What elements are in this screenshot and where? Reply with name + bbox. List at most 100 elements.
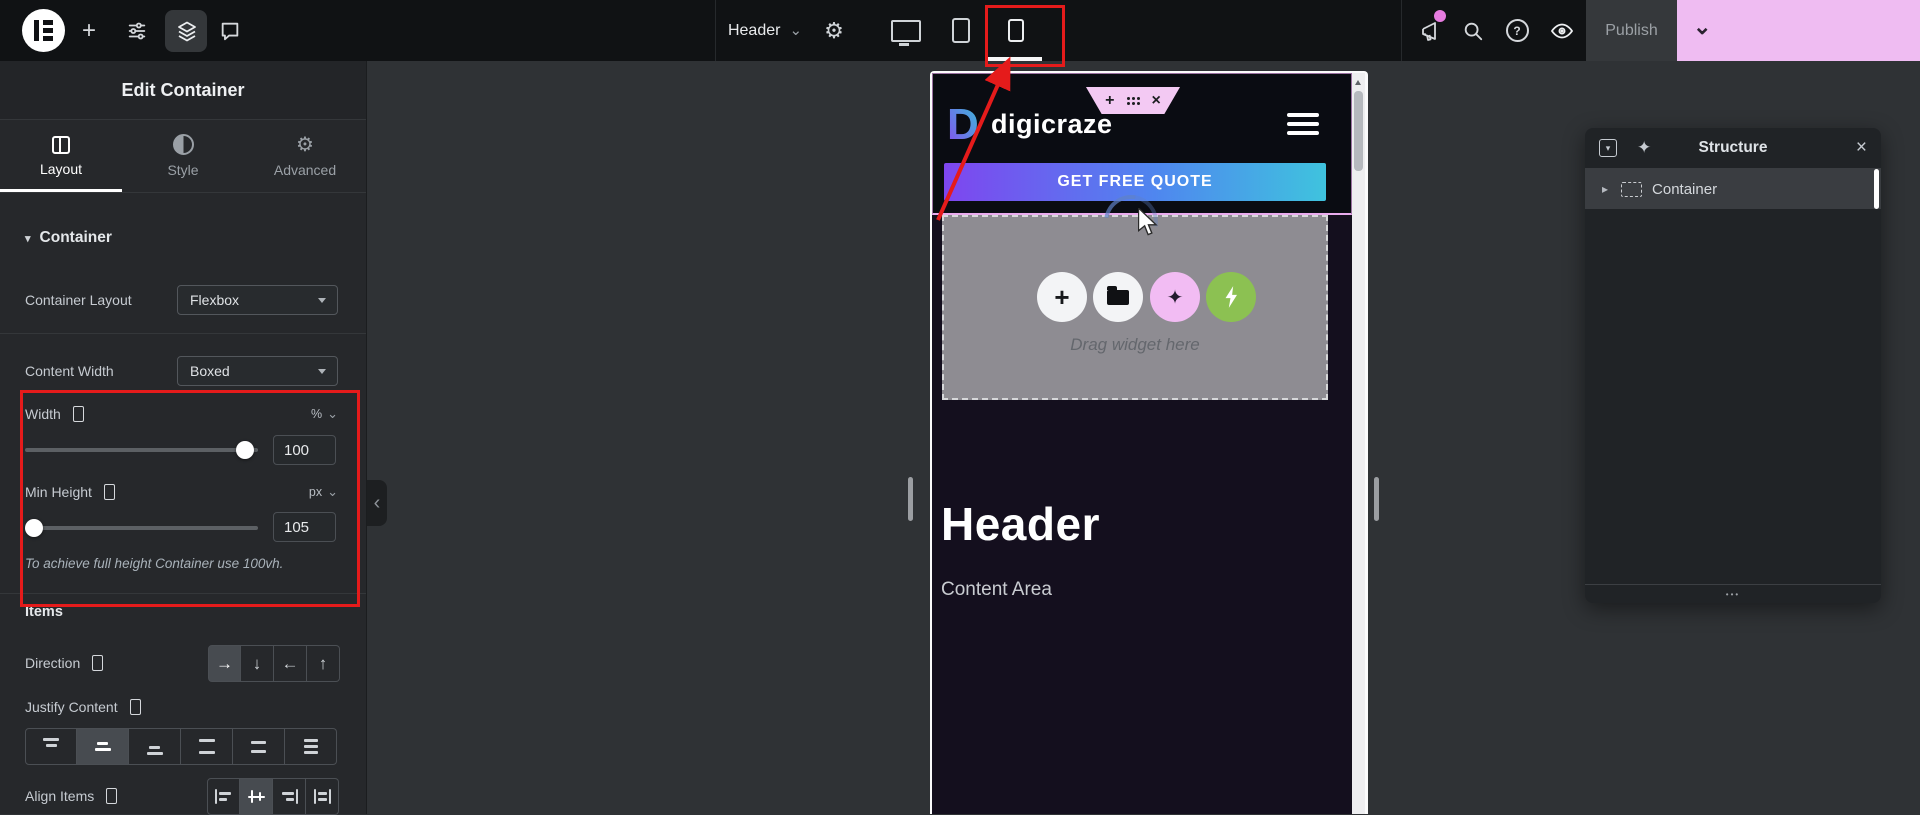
unit-caret-icon: ⌄ (327, 406, 338, 422)
align-end-button[interactable] (273, 778, 306, 815)
content-width-select[interactable]: Boxed (177, 356, 338, 386)
width-slider-track[interactable] (25, 448, 258, 452)
panel-title: Edit Container (0, 61, 366, 120)
publish-button[interactable]: Publish (1586, 0, 1677, 61)
site-settings-button[interactable] (120, 0, 154, 61)
min-height-label: Min Height (25, 484, 115, 500)
publish-options-button[interactable]: ⌄ (1677, 0, 1920, 61)
document-label: Header (728, 22, 780, 40)
hamburger-menu-icon[interactable] (1287, 113, 1319, 135)
eye-icon (1550, 19, 1574, 43)
min-height-unit-select[interactable]: px ⌄ (309, 484, 338, 500)
add-element-button[interactable]: + (72, 0, 106, 61)
min-height-slider-track[interactable] (25, 526, 258, 530)
help-button[interactable]: ? (1500, 0, 1534, 61)
publish-label: Publish (1605, 22, 1657, 40)
divider (0, 593, 366, 594)
justify-space-evenly-button[interactable] (285, 728, 337, 765)
justify-space-between-button[interactable] (181, 728, 233, 765)
items-section-title: Items (25, 604, 63, 620)
layout-tab-icon (52, 136, 70, 154)
structure-item-container[interactable]: ▸ Container (1585, 169, 1881, 209)
width-unit-select[interactable]: % ⌄ (311, 406, 338, 422)
direction-column-button[interactable]: ↓ (241, 645, 274, 682)
ai-builder-button[interactable]: ✦ (1150, 272, 1200, 322)
justify-center-button[interactable] (77, 728, 129, 765)
min-height-slider-handle[interactable] (25, 519, 43, 537)
container-layout-select[interactable]: Flexbox (177, 285, 338, 315)
gear-icon: ⚙ (824, 18, 844, 44)
tab-advanced[interactable]: ⚙ Advanced (244, 120, 366, 192)
document-settings-button[interactable]: ⚙ (818, 0, 850, 61)
justify-content-button-group (25, 728, 337, 765)
scrollbar-thumb[interactable] (1354, 91, 1363, 171)
structure-ai-button[interactable]: ✦ (1637, 128, 1651, 168)
preview-content-area-label[interactable]: Content Area (941, 579, 1052, 601)
select-caret-icon (318, 298, 326, 303)
zap-icon (1220, 285, 1242, 309)
align-stretch-button[interactable] (306, 778, 339, 815)
finder-search-button[interactable] (1456, 0, 1490, 61)
drag-widget-hint: Drag widget here (944, 335, 1326, 355)
tab-style[interactable]: Style (122, 120, 244, 192)
align-center-button[interactable] (240, 778, 273, 815)
preview-resize-handle-right[interactable] (1374, 477, 1379, 521)
caret-right-icon: ▸ (1602, 182, 1608, 196)
preview-button[interactable] (1544, 0, 1580, 61)
preview-heading[interactable]: Header (941, 497, 1100, 551)
justify-space-around-button[interactable] (233, 728, 285, 765)
structure-more-button[interactable]: ••• (1585, 584, 1881, 603)
direction-column-reverse-button[interactable]: ↑ (307, 645, 340, 682)
drag-container-icon[interactable] (1127, 97, 1140, 105)
align-stretch-icon (314, 789, 331, 804)
megaphone-icon (1419, 19, 1443, 43)
notes-button[interactable] (213, 0, 247, 61)
section-title: Container (40, 229, 112, 247)
device-mobile-button[interactable] (1002, 0, 1030, 61)
direction-label: Direction (25, 655, 103, 671)
width-value-input[interactable] (273, 435, 336, 465)
structure-close-button[interactable]: × (1856, 128, 1867, 168)
device-tablet-button[interactable] (946, 0, 976, 61)
align-start-button[interactable] (207, 778, 240, 815)
direction-row-button[interactable]: → (208, 645, 241, 682)
container-layout-label: Container Layout (25, 292, 132, 308)
collapse-all-button[interactable]: ▾ (1599, 128, 1617, 168)
arrow-up-icon: ↑ (319, 654, 328, 674)
preview-resize-handle-left[interactable] (908, 477, 913, 521)
search-icon (1462, 20, 1484, 42)
tab-layout[interactable]: Layout (0, 120, 122, 192)
active-device-indicator (988, 57, 1042, 61)
justify-start-button[interactable] (25, 728, 77, 765)
unit-caret-icon: ⌄ (327, 484, 338, 500)
panel-collapse-button[interactable]: ‹ (367, 480, 387, 526)
responsive-mobile-icon (106, 788, 117, 804)
preview-scrollbar[interactable] (1352, 73, 1365, 814)
add-widget-button[interactable]: + (1037, 272, 1087, 322)
mobile-icon (1008, 19, 1024, 42)
delete-container-icon[interactable]: × (1152, 93, 1161, 109)
style-tab-icon (173, 134, 194, 155)
document-switcher[interactable]: Header ⌄ (725, 0, 805, 61)
justify-end-button[interactable] (129, 728, 181, 765)
min-height-value-input[interactable] (273, 512, 336, 542)
whats-new-button[interactable] (1413, 0, 1449, 61)
divider (0, 333, 366, 334)
device-desktop-button[interactable] (890, 0, 922, 61)
direction-row-reverse-button[interactable]: ← (274, 645, 307, 682)
structure-scrollbar[interactable] (1874, 169, 1879, 209)
folder-icon (1107, 290, 1129, 305)
hotspot-button[interactable] (1206, 272, 1256, 322)
section-container-toggle[interactable]: ▾ Container (25, 229, 112, 247)
elementor-logo[interactable] (22, 9, 65, 52)
caret-down-icon: ▾ (25, 232, 31, 245)
structure-tool-button[interactable] (166, 0, 208, 61)
site-logo[interactable]: D digicraze (945, 101, 1113, 147)
publish-chevron-icon: ⌄ (1693, 14, 1711, 40)
arrow-right-icon: → (216, 654, 233, 674)
plus-icon: + (1054, 282, 1069, 313)
templates-button[interactable] (1093, 272, 1143, 322)
add-container-icon[interactable]: + (1105, 93, 1114, 109)
tablet-icon (952, 18, 970, 43)
width-slider-handle[interactable] (236, 441, 254, 459)
